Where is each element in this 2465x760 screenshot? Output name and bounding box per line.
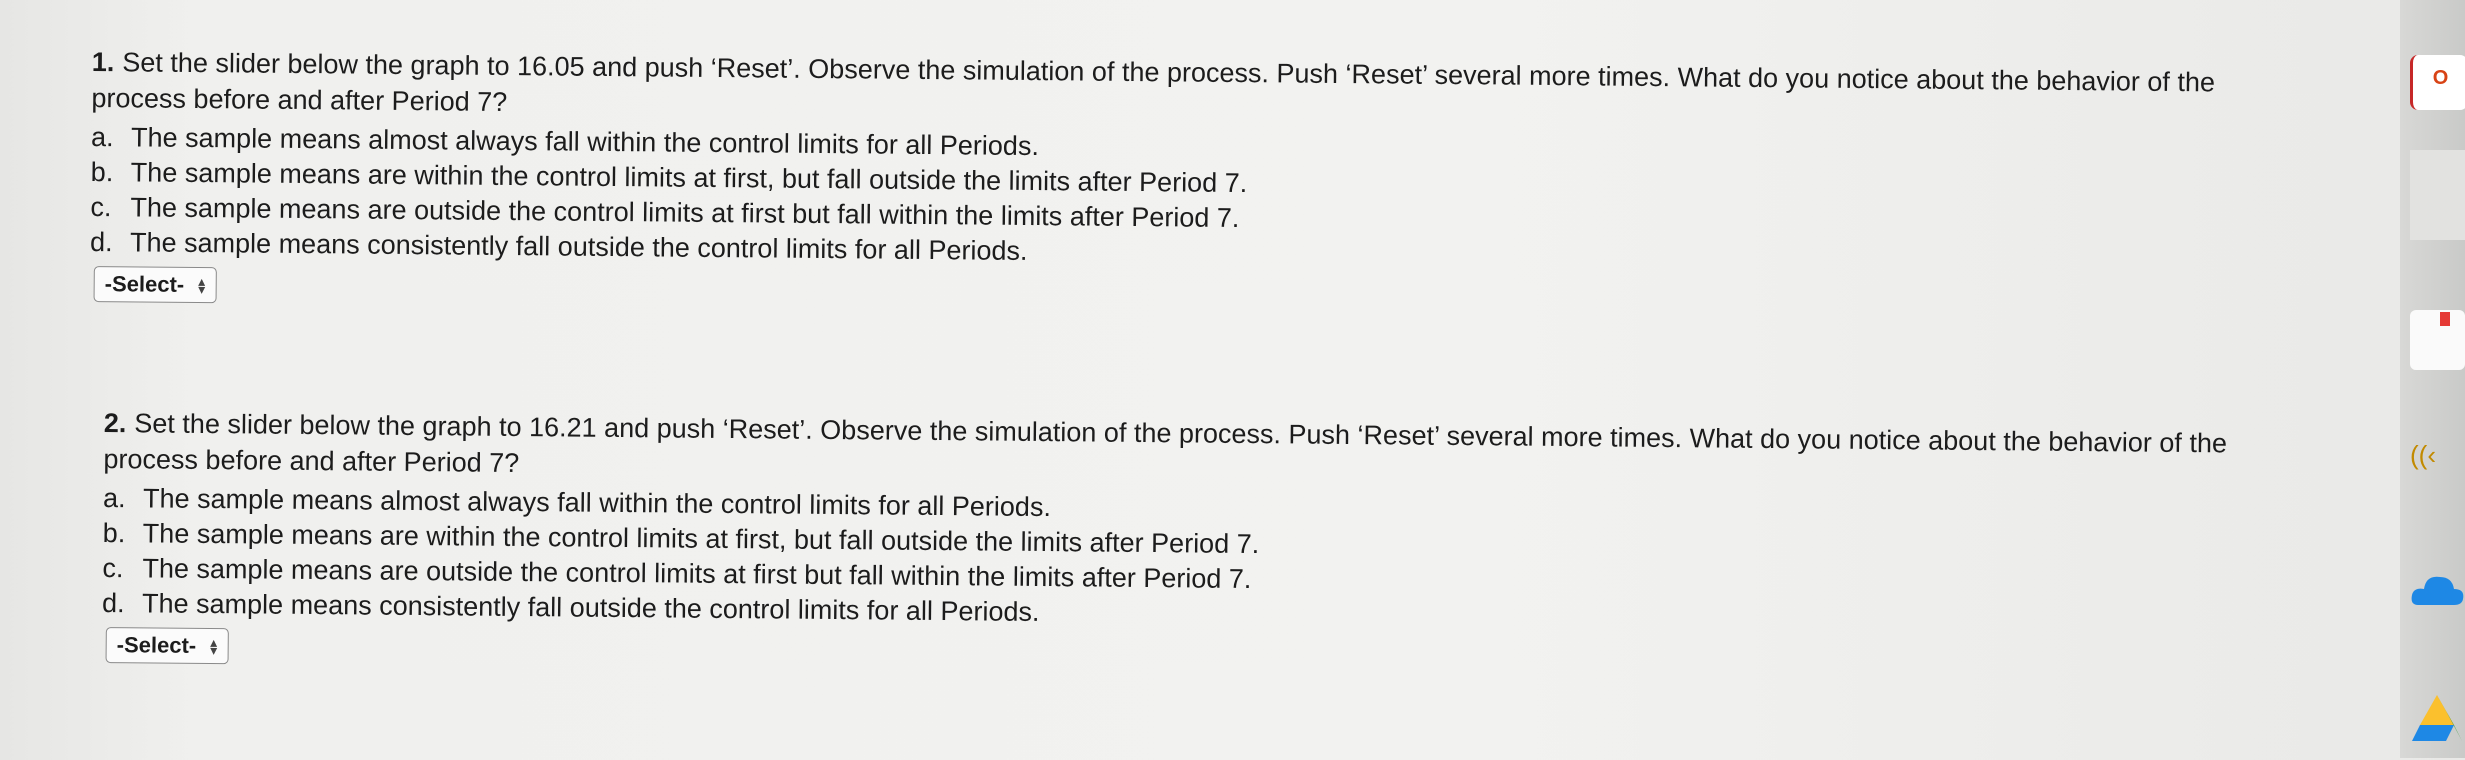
office-glyph: O bbox=[2432, 67, 2449, 89]
wireless-glyph: ((‹ bbox=[2410, 440, 2436, 470]
blank-app-icon[interactable] bbox=[2410, 150, 2465, 240]
notes-app-icon[interactable] bbox=[2410, 310, 2465, 370]
app-dock: O ((‹ bbox=[2400, 0, 2465, 758]
updown-arrows-icon: ▴ ▾ bbox=[210, 634, 218, 659]
worksheet-page: 1. Set the slider below the graph to 16.0… bbox=[0, 0, 2400, 758]
option-letter: a. bbox=[90, 121, 114, 153]
select-value: -Select- bbox=[104, 271, 185, 297]
option-text: The sample means consistently fall outsi… bbox=[129, 227, 1028, 266]
updown-arrows-icon: ▴ ▾ bbox=[198, 273, 206, 298]
answer-options: a. The sample means almost always fall wi… bbox=[90, 120, 2291, 281]
question-number: 2. bbox=[103, 407, 127, 439]
option-letter: a. bbox=[102, 482, 126, 514]
google-drive-icon[interactable] bbox=[2410, 685, 2465, 755]
onedrive-cloud-icon[interactable] bbox=[2410, 565, 2465, 615]
question-number: 1. bbox=[91, 46, 115, 78]
answer-select-dropdown[interactable]: -Select- ▴ ▾ bbox=[105, 627, 229, 665]
wireless-icon[interactable]: ((‹ bbox=[2410, 440, 2465, 500]
office-app-icon[interactable]: O bbox=[2410, 55, 2465, 110]
question-2: 2. Set the slider below the graph to 16.2… bbox=[102, 405, 2304, 684]
option-letter: b. bbox=[102, 517, 126, 549]
question-1: 1. Set the slider below the graph to 16.0… bbox=[90, 44, 2292, 323]
option-letter: c. bbox=[90, 191, 112, 223]
option-letter: b. bbox=[90, 156, 114, 188]
question-text: Set the slider below the graph to 16.21 … bbox=[103, 408, 2228, 478]
option-letter: d. bbox=[101, 587, 125, 619]
question-text: Set the slider below the graph to 16.05 … bbox=[91, 47, 2216, 117]
option-letter: d. bbox=[89, 226, 113, 258]
option-text: The sample means consistently fall outsi… bbox=[141, 588, 1040, 627]
option-letter: c. bbox=[102, 552, 124, 584]
option-text: The sample means almost always fall with… bbox=[130, 122, 1040, 162]
answer-options: a. The sample means almost always fall wi… bbox=[102, 481, 2303, 642]
answer-select-dropdown[interactable]: -Select- ▴ ▾ bbox=[93, 266, 217, 304]
select-value: -Select- bbox=[116, 632, 197, 658]
option-text: The sample means almost always fall with… bbox=[142, 483, 1052, 523]
